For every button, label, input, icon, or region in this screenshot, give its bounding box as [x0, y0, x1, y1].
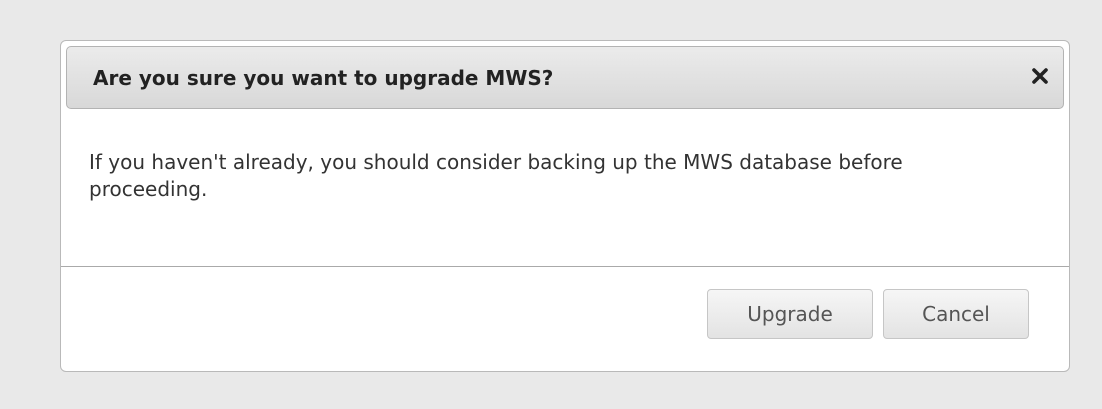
close-icon-glyph [1032, 68, 1048, 84]
upgrade-confirm-dialog: Are you sure you want to upgrade MWS? If… [60, 40, 1070, 372]
upgrade-button[interactable]: Upgrade [707, 289, 873, 339]
cancel-button[interactable]: Cancel [883, 289, 1029, 339]
dialog-titlebar: Are you sure you want to upgrade MWS? [66, 46, 1064, 109]
dialog-title: Are you sure you want to upgrade MWS? [93, 66, 554, 90]
close-icon[interactable] [1027, 63, 1053, 89]
dialog-divider [61, 266, 1069, 267]
dialog-message: If you haven't already, you should consi… [89, 150, 903, 201]
